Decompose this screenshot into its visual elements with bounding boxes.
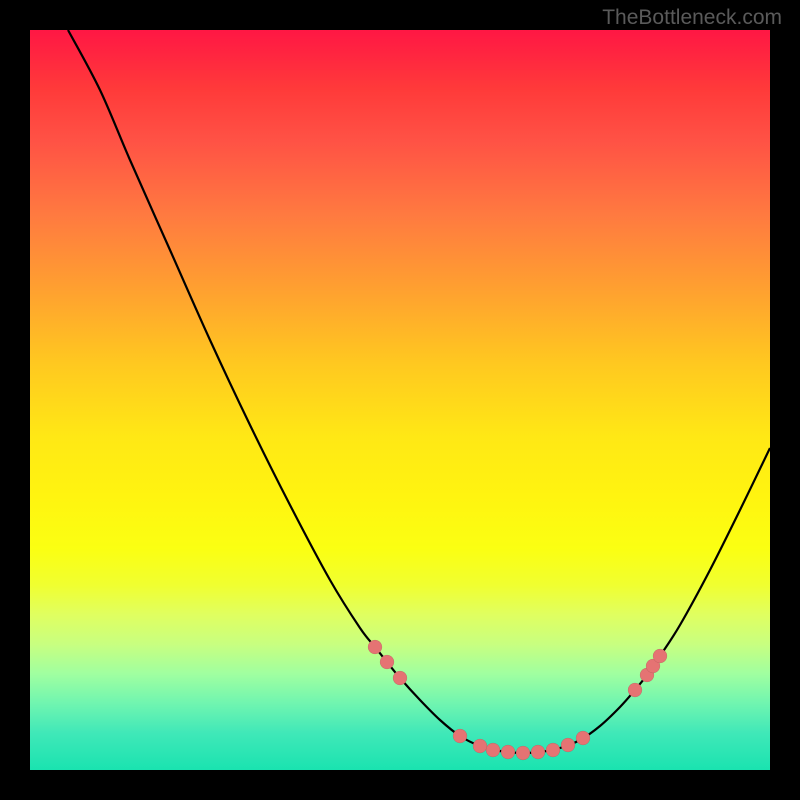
- curve-markers: [368, 640, 667, 760]
- curve-marker: [380, 655, 394, 669]
- curve-marker: [486, 743, 500, 757]
- curve-marker: [546, 743, 560, 757]
- chart-svg: [30, 30, 770, 770]
- chart-plot-area: [30, 30, 770, 770]
- curve-marker: [368, 640, 382, 654]
- curve-marker: [576, 731, 590, 745]
- bottleneck-curve: [68, 30, 770, 753]
- curve-marker: [501, 745, 515, 759]
- curve-marker: [653, 649, 667, 663]
- curve-marker: [516, 746, 530, 760]
- curve-marker: [473, 739, 487, 753]
- curve-marker: [393, 671, 407, 685]
- watermark-text: TheBottleneck.com: [602, 6, 782, 30]
- curve-marker: [531, 745, 545, 759]
- curve-marker: [628, 683, 642, 697]
- curve-marker: [561, 738, 575, 752]
- curve-marker: [453, 729, 467, 743]
